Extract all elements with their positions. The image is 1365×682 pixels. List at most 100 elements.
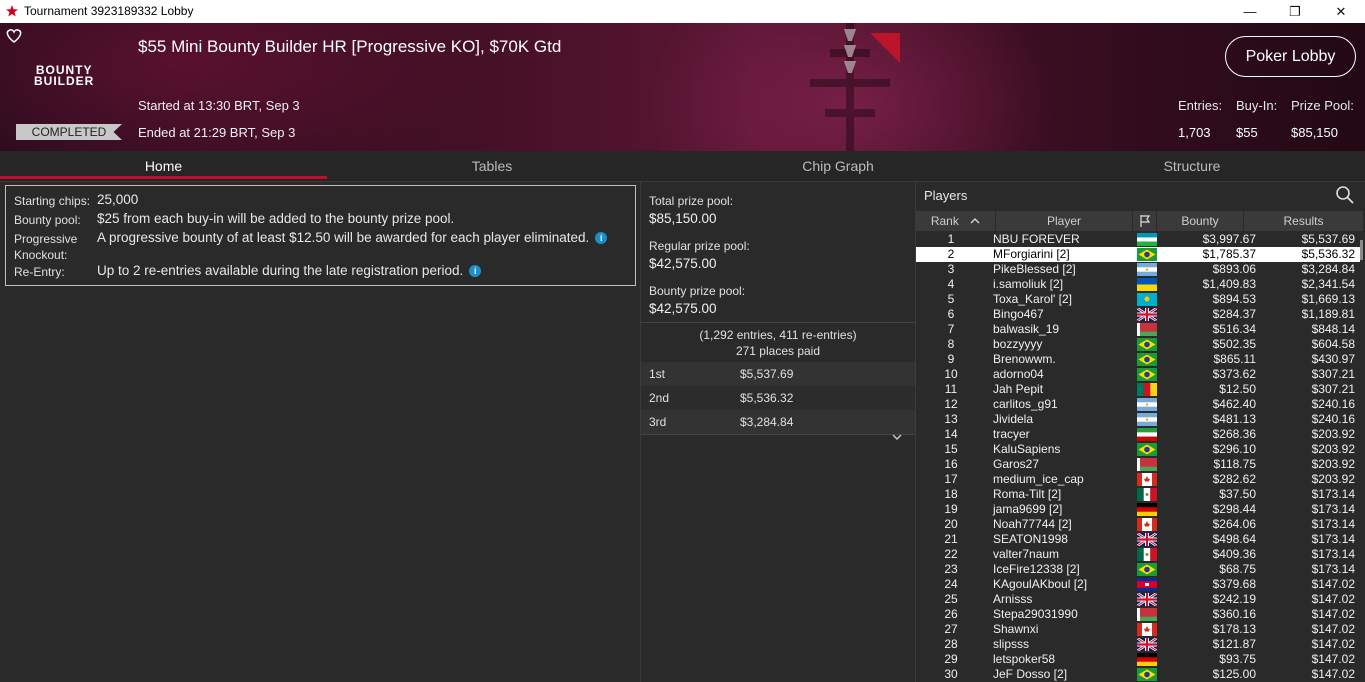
table-row[interactable]: 18 Roma-Tilt [2] $37.50 $173.14 [916, 487, 1361, 502]
table-row[interactable]: 17 medium_ice_cap $282.62 $203.92 [916, 472, 1361, 487]
player-name: slipsss [993, 637, 1030, 651]
sort-up-icon [970, 218, 980, 224]
player-rank: 15 [944, 442, 958, 456]
info-icon[interactable]: i [469, 265, 482, 278]
player-name: NBU FOREVER [993, 232, 1080, 246]
table-row[interactable]: 9 Brenowwm. $865.11 $430.97 [916, 352, 1361, 367]
end-time: Ended at 21:29 BRT, Sep 3 [138, 125, 296, 140]
table-row[interactable]: 8 bozzyyyy $502.35 $604.58 [916, 337, 1361, 352]
favorite-heart-icon[interactable] [5, 27, 23, 45]
table-row[interactable]: 20 Noah77744 [2] $264.06 $173.14 [916, 517, 1361, 532]
country-flag-icon [1137, 323, 1157, 336]
minimize-button[interactable]: — [1227, 0, 1273, 23]
player-bounty: $242.19 [1212, 592, 1256, 606]
flag-header[interactable] [1133, 211, 1157, 231]
tab-chip-graph[interactable]: Chip Graph [657, 151, 1019, 181]
player-name: i.samoliuk [2] [993, 277, 1064, 291]
window-titlebar: Tournament 3923189332 Lobby — ❐ ✕ [0, 0, 1365, 23]
table-row[interactable]: 24 KAgoulAKboul [2] $379.68 $147.02 [916, 577, 1361, 592]
table-row[interactable]: 7 balwasik_19 $516.34 $848.14 [916, 322, 1361, 337]
player-result: $147.02 [1311, 607, 1355, 621]
table-row[interactable]: 14 tracyer $268.36 $203.92 [916, 427, 1361, 442]
country-flag-icon [1137, 293, 1157, 306]
progressive-label: Progressive [14, 232, 78, 246]
maximize-button[interactable]: ❐ [1272, 0, 1318, 23]
player-rank: 23 [944, 562, 958, 576]
info-icon[interactable]: i [595, 232, 608, 245]
country-flag-icon [1137, 608, 1157, 621]
table-row[interactable]: 21 SEATON1998 $498.64 $173.14 [916, 532, 1361, 547]
player-result: $173.14 [1311, 487, 1355, 501]
table-row[interactable]: 10 adorno04 $373.62 $307.21 [916, 367, 1361, 382]
table-row[interactable]: 16 Garos27 $118.75 $203.92 [916, 457, 1361, 472]
table-row[interactable]: 13 Jividela $481.13 $240.16 [916, 412, 1361, 427]
player-result: $1,189.81 [1301, 307, 1355, 321]
player-rank: 29 [944, 652, 958, 666]
buyin-value: $55 [1236, 125, 1258, 140]
chevron-down-icon[interactable] [891, 433, 903, 441]
flag-icon [1139, 215, 1150, 227]
tab-tables[interactable]: Tables [327, 151, 657, 181]
table-row[interactable]: 4 i.samoliuk [2] $1,409.83 $2,341.54 [916, 277, 1361, 292]
pokerstars-logo-icon [6, 5, 18, 17]
table-row[interactable]: 19 jama9699 [2] $298.44 $173.14 [916, 502, 1361, 517]
table-row[interactable]: 11 Jah Pepit $12.50 $307.21 [916, 382, 1361, 397]
status-badge: COMPLETED [16, 124, 122, 140]
progressive-knockout-value: A progressive bounty of at least $12.50 … [97, 230, 608, 245]
tab-structure[interactable]: Structure [1019, 151, 1365, 181]
players-scrollbar[interactable] [1360, 231, 1364, 682]
player-result: $307.21 [1311, 367, 1355, 381]
table-row[interactable]: 3 PikeBlessed [2] $893.06 $3,284.84 [916, 262, 1361, 277]
player-result: $173.14 [1311, 547, 1355, 561]
table-row[interactable]: 12 carlitos_g91 $462.40 $240.16 [916, 397, 1361, 412]
bounty-pool-label: Bounty pool: [14, 213, 81, 227]
country-flag-icon [1137, 413, 1157, 426]
bounty-header[interactable]: Bounty [1157, 211, 1244, 231]
player-name: Jah Pepit [993, 382, 1044, 396]
scrollbar-thumb[interactable] [1360, 240, 1363, 260]
search-icon[interactable] [1335, 185, 1355, 205]
country-flag-icon [1137, 473, 1157, 486]
country-flag-icon [1137, 488, 1157, 501]
player-result: $203.92 [1311, 472, 1355, 486]
country-flag-icon [1137, 248, 1157, 261]
player-rank: 4 [947, 277, 955, 291]
table-row[interactable]: 23 IceFire12338 [2] $68.75 $173.14 [916, 562, 1361, 577]
table-row[interactable]: 5 Toxa_Karol' [2] $894.53 $1,669.13 [916, 292, 1361, 307]
table-row[interactable]: 6 Bingo467 $284.37 $1,189.81 [916, 307, 1361, 322]
table-row[interactable]: 29 letspoker58 $93.75 $147.02 [916, 652, 1361, 667]
player-result: $848.14 [1311, 322, 1355, 336]
player-header[interactable]: Player [996, 211, 1133, 231]
country-flag-icon [1137, 368, 1157, 381]
rank-header-label: Rank [930, 214, 959, 228]
table-row[interactable]: 27 Shawnxi $178.13 $147.02 [916, 622, 1361, 637]
table-row[interactable]: 28 slipsss $121.87 $147.02 [916, 637, 1361, 652]
player-result: $147.02 [1311, 667, 1355, 681]
country-flag-icon [1137, 593, 1157, 606]
player-bounty: $1,785.37 [1202, 247, 1256, 261]
country-flag-icon [1137, 233, 1157, 246]
player-rank: 26 [944, 607, 958, 621]
player-result: $3,284.84 [1301, 262, 1355, 276]
prizepool-label: Prize Pool: [1291, 98, 1354, 113]
pk-text: A progressive bounty of at least $12.50 … [97, 230, 590, 245]
rank-header[interactable]: Rank [916, 211, 996, 231]
country-flag-icon [1137, 383, 1157, 396]
player-rank: 28 [944, 637, 958, 651]
results-header[interactable]: Results [1244, 211, 1364, 231]
table-row[interactable]: 2 MForgiarini [2] $1,785.37 $5,536.32 [916, 247, 1361, 262]
table-row[interactable]: 22 valter7naum $409.36 $173.14 [916, 547, 1361, 562]
poker-lobby-button[interactable]: Poker Lobby [1225, 36, 1356, 77]
table-row[interactable]: 26 Stepa29031990 $360.16 $147.02 [916, 607, 1361, 622]
start-time: Started at 13:30 BRT, Sep 3 [138, 98, 300, 113]
table-row[interactable]: 1 NBU FOREVER $3,997.67 $5,537.69 [916, 232, 1361, 247]
table-row[interactable]: 30 JeF Dosso [2] $125.00 $147.02 [916, 667, 1361, 682]
close-button[interactable]: ✕ [1318, 0, 1364, 23]
prizepool-value: $85,150 [1291, 125, 1338, 140]
table-row[interactable]: 25 Arnisss $242.19 $147.02 [916, 592, 1361, 607]
player-bounty: $121.87 [1212, 637, 1256, 651]
table-row[interactable]: 15 KaluSapiens $296.10 $203.92 [916, 442, 1361, 457]
player-bounty: $178.13 [1212, 622, 1256, 636]
brand-line-2: BUILDER [34, 74, 95, 88]
entries-label: Entries: [1178, 98, 1223, 113]
